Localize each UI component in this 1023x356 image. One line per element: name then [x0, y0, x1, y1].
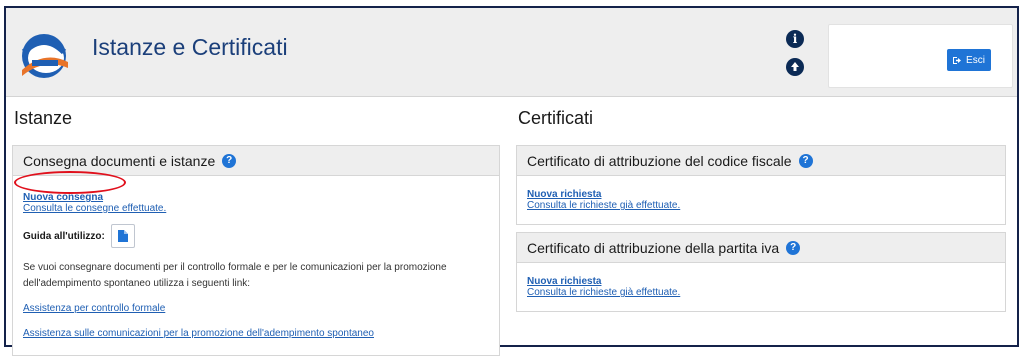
document-icon — [117, 230, 128, 242]
guide-button[interactable] — [110, 224, 135, 248]
codice-fiscale-panel-title: Certificato di attribuzione del codice f… — [527, 152, 792, 169]
codice-fiscale-panel: Certificato di attribuzione del codice f… — [516, 145, 1006, 225]
consegna-panel-title: Consegna documenti e istanze — [23, 152, 216, 169]
partita-iva-panel: Certificato di attribuzione della partit… — [516, 232, 1006, 312]
certificati-title: Certificati — [518, 108, 594, 128]
certificati-section: Certificati Certificato di attribuzione … — [516, 96, 1006, 312]
view-deliveries-link[interactable]: Consulta le consegne effettuate. — [23, 203, 489, 214]
app-header: Istanze e Certificati i Esci — [6, 8, 1017, 97]
help-icon[interactable]: ? — [222, 153, 237, 168]
cf-view-requests-link[interactable]: Consulta le richieste già effettuate. — [527, 200, 995, 211]
cf-new-request-link[interactable]: Nuova richiesta — [527, 189, 995, 200]
istanze-title: Istanze — [14, 108, 73, 128]
info-icon[interactable]: i — [786, 30, 804, 48]
user-panel: Esci — [828, 24, 1013, 88]
guide-row: Guida all'utilizzo: — [23, 224, 489, 248]
app-window: Istanze e Certificati i Esci Istanze Con… — [4, 6, 1019, 356]
partita-iva-panel-title: Certificato di attribuzione della partit… — [527, 239, 780, 256]
istanze-section: Istanze Consegna documenti e istanze ? N… — [12, 96, 500, 356]
partita-iva-panel-header: Certificato di attribuzione della partit… — [517, 233, 1005, 263]
formal-control-link[interactable]: Assistenza per controllo formale — [23, 303, 489, 314]
logout-icon — [953, 56, 962, 64]
exit-button[interactable]: Esci — [947, 49, 991, 71]
help-icon[interactable]: ? — [786, 240, 801, 255]
help-icon[interactable]: ? — [798, 153, 813, 168]
spontaneous-compliance-link[interactable]: Assistenza sulle comunicazioni per la pr… — [23, 328, 489, 339]
upload-icon[interactable] — [786, 58, 804, 76]
app-title: Istanze e Certificati — [92, 34, 288, 60]
piva-view-requests-link[interactable]: Consulta le richieste già effettuate. — [527, 287, 995, 298]
new-delivery-link[interactable]: Nuova consegna — [23, 192, 489, 203]
consegna-panel: Consegna documenti e istanze ? Nuova con… — [12, 145, 500, 356]
agenzia-logo — [21, 34, 68, 78]
piva-new-request-link[interactable]: Nuova richiesta — [527, 276, 995, 287]
exit-label: Esci — [966, 54, 985, 66]
codice-fiscale-panel-header: Certificato di attribuzione del codice f… — [517, 146, 1005, 176]
guide-label: Guida all'utilizzo: — [23, 230, 105, 242]
info-text: Se vuoi consegnare documenti per il cont… — [23, 262, 447, 289]
consegna-panel-header: Consegna documenti e istanze ? — [13, 146, 499, 176]
